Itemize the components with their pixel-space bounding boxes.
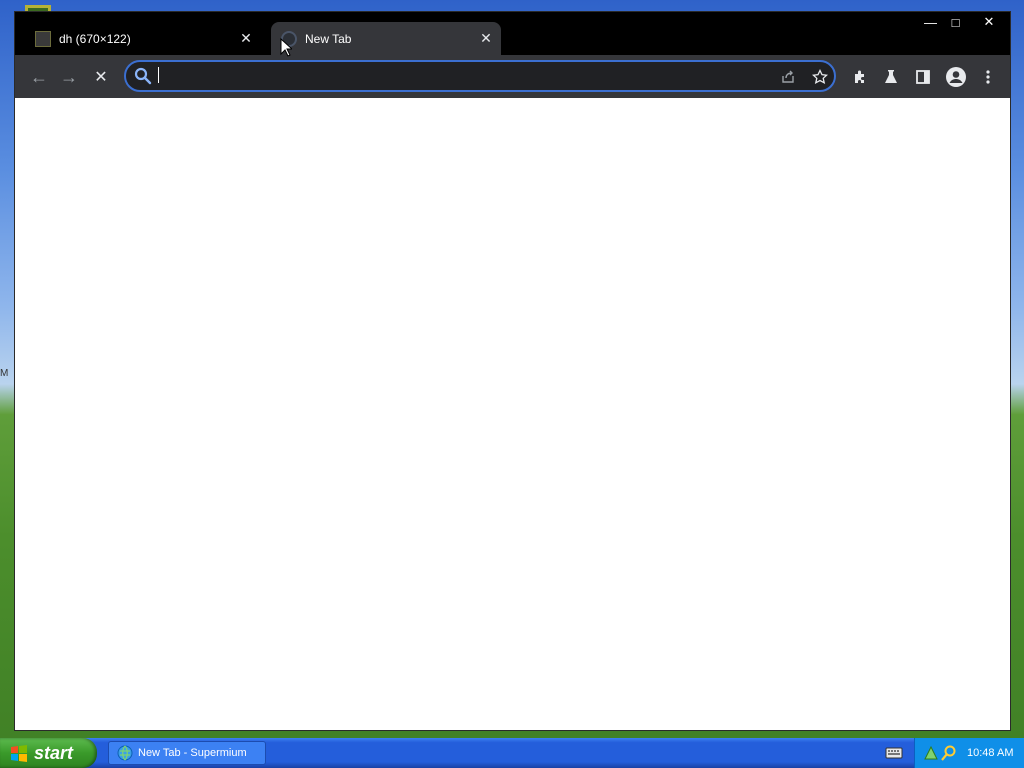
labs-flask-icon[interactable] [879,65,903,89]
menu-icon[interactable] [976,65,1000,89]
windows-flag-icon [11,745,27,762]
tab-title: dh (670×122) [59,31,131,46]
keyboard-icon[interactable] [885,746,903,760]
search-icon [134,67,152,85]
browser-globe-icon [117,745,133,761]
taskbar-item-supermium[interactable]: New Tab - Supermium [108,741,266,765]
taskbar: start New Tab - Supermium 10:48 AM [0,738,1024,768]
start-button[interactable]: start [0,738,97,768]
system-tray: 10:48 AM [914,738,1024,768]
profile-icon[interactable] [944,65,968,89]
taskbar-item-label: New Tab - Supermium [138,747,247,759]
mouse-cursor-icon [280,38,292,57]
title-bar: dh (670×122) ✕ New Tab ✕ — □ ✕ [15,12,1010,55]
search-tray-icon[interactable] [941,745,957,761]
clock: 10:48 AM [967,747,1014,759]
window-controls: — □ ✕ [918,12,1010,32]
page-content[interactable] [15,98,1010,730]
stop-button[interactable]: ✕ [89,65,113,89]
share-icon[interactable] [778,67,798,87]
start-label: start [34,742,74,763]
address-input[interactable] [156,65,760,89]
text-caret [158,67,159,83]
tab-title: New Tab [305,31,352,46]
tab-close-icon[interactable]: ✕ [477,30,495,47]
back-button[interactable]: ← [27,65,51,89]
browser-window: dh (670×122) ✕ New Tab ✕ — □ ✕ ← → ✕ [14,11,1011,731]
close-window-button[interactable]: ✕ [968,12,1010,32]
image-favicon [35,30,51,47]
forward-button[interactable]: → [57,65,81,89]
address-bar[interactable] [124,60,836,92]
tab-new-tab[interactable]: New Tab ✕ [271,22,501,55]
tab-close-icon[interactable]: ✕ [237,30,255,47]
side-panel-icon[interactable] [911,65,935,89]
minimize-button[interactable]: — [918,12,943,32]
tab-dh[interactable]: dh (670×122) ✕ [25,22,261,55]
bookmark-star-icon[interactable] [810,67,830,87]
desktop-edge-text: M [0,368,9,379]
maximize-button[interactable]: □ [943,12,968,32]
extensions-icon[interactable] [848,65,872,89]
network-icon[interactable] [923,745,939,761]
browser-toolbar: ← → ✕ [15,55,1010,98]
